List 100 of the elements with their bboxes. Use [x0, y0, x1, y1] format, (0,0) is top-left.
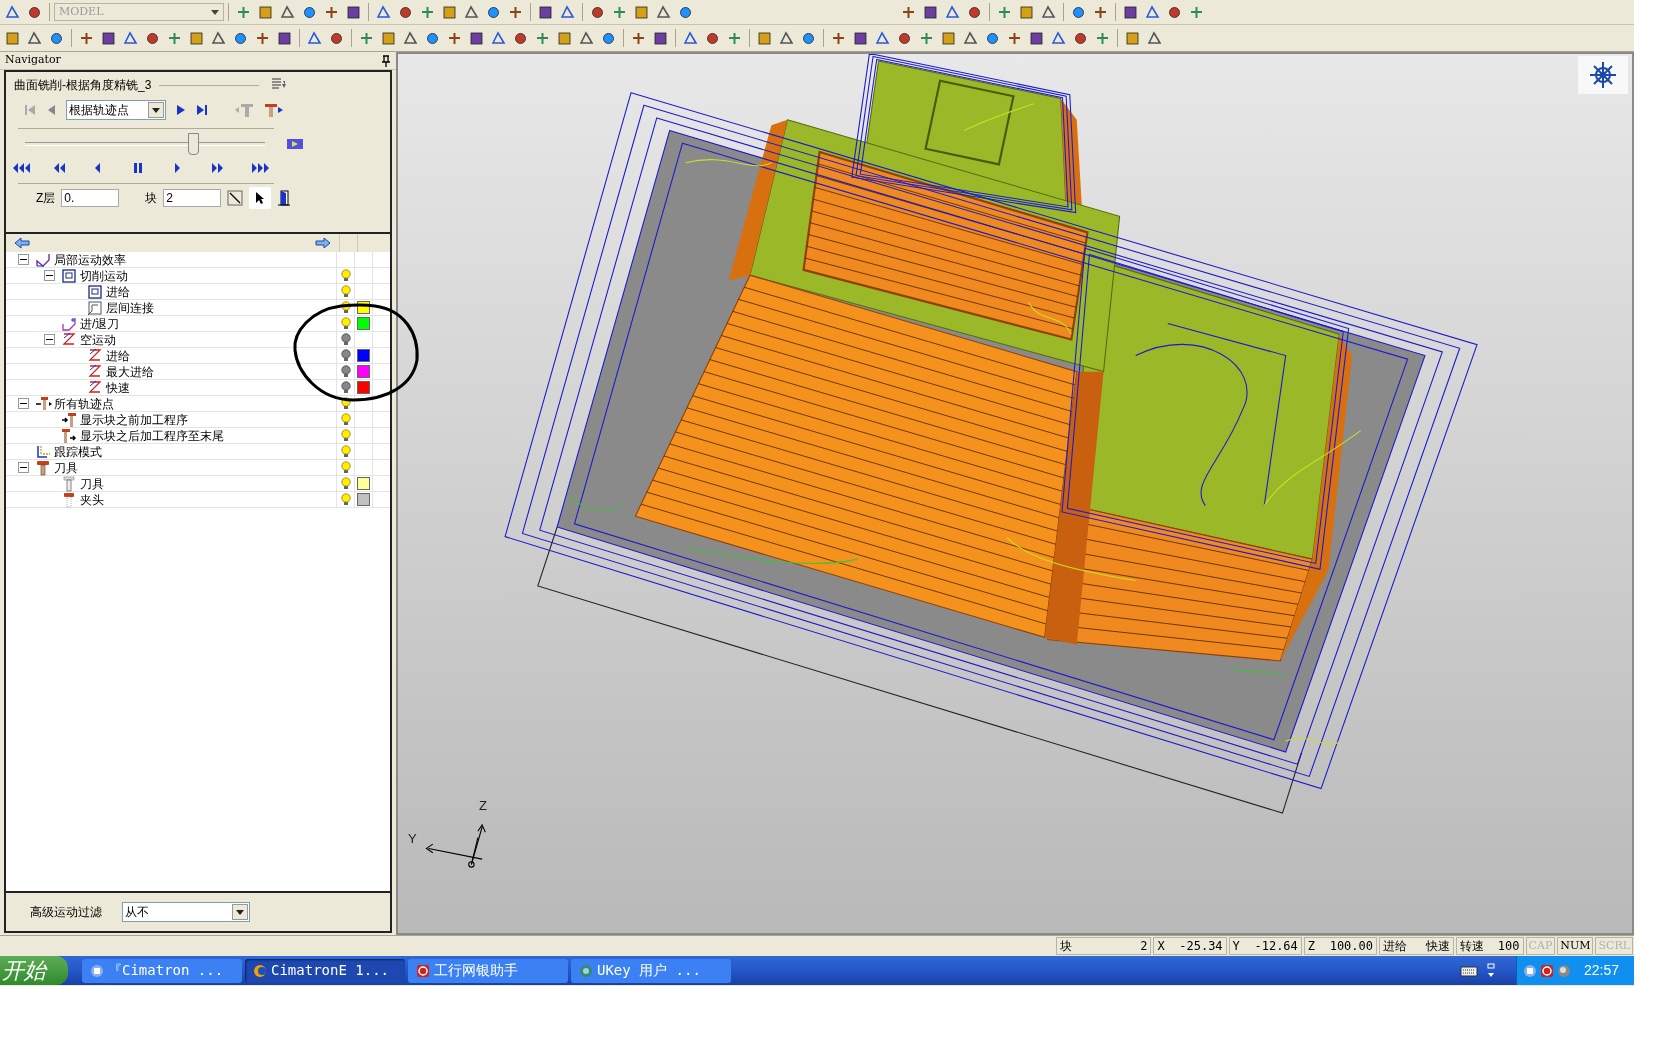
block-field[interactable]: 2 — [163, 189, 222, 207]
square-icon[interactable] — [537, 3, 554, 21]
tree-item-label[interactable]: 显示块之前加工程序 — [80, 410, 188, 429]
tree-item-label[interactable]: 跟踪模式 — [54, 442, 102, 461]
square-icon[interactable] — [652, 29, 669, 47]
camera-icon[interactable] — [286, 137, 304, 151]
square-icon[interactable] — [468, 29, 485, 47]
triangle-icon[interactable] — [279, 3, 296, 21]
pointer-button[interactable] — [249, 187, 272, 209]
square-icon[interactable] — [633, 3, 650, 21]
last-point-icon[interactable] — [196, 104, 208, 116]
filter-select[interactable]: 从不 — [122, 902, 250, 922]
triangle-icon[interactable] — [559, 3, 576, 21]
triangle-icon[interactable] — [26, 29, 43, 47]
3d-viewport[interactable]: Z Y — [396, 52, 1634, 935]
tree-item-label[interactable]: 刀具 — [54, 458, 78, 477]
language-bar-icon[interactable] — [1486, 962, 1496, 979]
list-export-icon[interactable] — [271, 78, 288, 92]
tree-item-label[interactable]: 最大进给 — [106, 362, 154, 381]
triangle-icon[interactable] — [463, 3, 480, 21]
color-swatch[interactable] — [357, 349, 371, 362]
square-icon[interactable] — [380, 29, 397, 47]
color-swatch[interactable] — [357, 381, 371, 394]
arrow-left-icon[interactable] — [14, 237, 30, 249]
start-button[interactable]: 开始 — [0, 956, 68, 985]
square-icon[interactable] — [188, 29, 205, 47]
triangle-icon[interactable] — [944, 3, 961, 21]
tree-item-label[interactable]: 显示块之后加工程序至末尾 — [80, 426, 224, 445]
lightbulb-off-icon[interactable] — [340, 381, 351, 394]
forward-fast-icon[interactable] — [250, 162, 270, 174]
view-cube-button[interactable] — [1578, 56, 1628, 94]
triangle-icon[interactable] — [655, 3, 672, 21]
mode-select[interactable]: 根据轨迹点 — [66, 100, 166, 120]
color-swatch[interactable] — [357, 317, 371, 330]
triangle-icon[interactable] — [402, 29, 419, 47]
lightbulb-on-icon[interactable] — [340, 301, 351, 314]
triangle-icon[interactable] — [490, 29, 507, 47]
triangle-icon[interactable] — [122, 29, 139, 47]
previous-icon[interactable] — [46, 104, 56, 116]
triangle-icon[interactable] — [4, 3, 21, 21]
taskbar-button[interactable]: 『Cimatron ... — [82, 958, 242, 983]
square-icon[interactable] — [940, 29, 957, 47]
rewind-fast-icon[interactable] — [12, 162, 31, 174]
lightbulb-off-icon[interactable] — [340, 333, 351, 346]
square-icon[interactable] — [257, 3, 274, 21]
taskbar-button[interactable]: UKey 用户 ... — [571, 958, 731, 983]
square-icon[interactable] — [922, 3, 939, 21]
square-icon[interactable] — [276, 29, 293, 47]
tree-item-label[interactable]: 刀具 — [80, 474, 104, 493]
square-icon[interactable] — [1124, 29, 1141, 47]
triangle-icon[interactable] — [578, 29, 595, 47]
triangle-icon[interactable] — [778, 29, 795, 47]
square-icon[interactable] — [441, 3, 458, 21]
square-icon[interactable] — [345, 3, 362, 21]
door-exit-icon[interactable] — [277, 189, 292, 207]
slider-thumb[interactable] — [188, 133, 199, 155]
color-swatch[interactable] — [357, 477, 371, 490]
z-layer-field[interactable]: 0. — [61, 189, 120, 207]
lightbulb-on-icon[interactable] — [340, 397, 351, 410]
tree-item-label[interactable]: 局部运动效率 — [54, 250, 126, 269]
tree-item-label[interactable]: 夹头 — [80, 490, 104, 509]
square-icon[interactable] — [756, 29, 773, 47]
lightbulb-off-icon[interactable] — [340, 349, 351, 362]
triangle-icon[interactable] — [962, 29, 979, 47]
triangle-icon[interactable] — [1040, 3, 1057, 21]
tree-item-label[interactable]: 快速 — [106, 378, 130, 397]
triangle-icon[interactable] — [1146, 29, 1163, 47]
tray-icon[interactable] — [1540, 963, 1554, 978]
triangle-icon[interactable] — [210, 29, 227, 47]
play-icon[interactable] — [176, 104, 186, 116]
tool-forward-icon[interactable] — [264, 103, 284, 117]
square-icon[interactable] — [100, 29, 117, 47]
triangle-icon[interactable] — [874, 29, 891, 47]
speaker-icon[interactable] — [1557, 963, 1571, 978]
square-icon[interactable] — [1122, 3, 1139, 21]
tree-item-label[interactable]: 进/退刀 — [80, 314, 120, 333]
keyboard-icon[interactable] — [1460, 964, 1478, 977]
triangle-icon[interactable] — [1144, 3, 1161, 21]
tree-item-label[interactable]: 空运动 — [80, 330, 116, 349]
measure-icon[interactable] — [227, 190, 244, 206]
tree-item-label[interactable]: 进给 — [106, 346, 130, 365]
arrow-right-icon[interactable] — [315, 237, 331, 249]
triangle-icon[interactable] — [1050, 29, 1067, 47]
color-swatch[interactable] — [357, 365, 371, 378]
square-icon[interactable] — [556, 29, 573, 47]
triangle-icon[interactable] — [306, 29, 323, 47]
tree-item-label[interactable]: 所有轨迹点 — [54, 394, 114, 413]
tree-item-label[interactable]: 切削运动 — [80, 266, 128, 285]
triangle-icon[interactable] — [682, 29, 699, 47]
taskbar-button[interactable]: CimatronE 1... — [245, 958, 405, 983]
tree-item-label[interactable]: 进给 — [106, 282, 130, 301]
square-icon[interactable] — [1018, 3, 1035, 21]
taskbar-button[interactable]: 工行网银助手 — [408, 958, 568, 983]
triangle-icon[interactable] — [375, 3, 392, 21]
tree-item-label[interactable]: 层间连接 — [106, 298, 154, 317]
tray-icon[interactable] — [1523, 963, 1537, 978]
pin-icon[interactable] — [381, 54, 391, 67]
color-swatch[interactable] — [357, 493, 371, 506]
square-icon[interactable] — [1028, 29, 1045, 47]
square-icon[interactable] — [4, 29, 21, 47]
